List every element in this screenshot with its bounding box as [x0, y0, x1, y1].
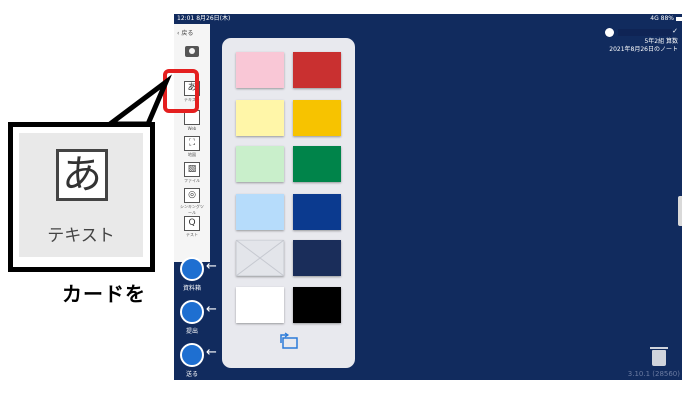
tool-map[interactable]: ⛶ 地図	[180, 136, 204, 158]
color-swatch[interactable]	[293, 100, 341, 136]
arrow-left-icon: ←	[206, 302, 217, 317]
file-icon: ▧	[184, 162, 200, 177]
color-swatch[interactable]	[236, 287, 284, 323]
tool-map-label: 地図	[188, 152, 196, 157]
user-icon[interactable]	[605, 28, 614, 37]
arrow-left-icon: ←	[206, 345, 217, 360]
color-swatch[interactable]	[236, 52, 284, 88]
test-icon: Q	[184, 216, 200, 231]
tool-file[interactable]: ▧ ファイル	[180, 162, 204, 184]
right-drawer-handle[interactable]	[678, 196, 682, 226]
rotate-orientation-icon[interactable]	[278, 332, 300, 350]
user-name-field	[618, 29, 672, 36]
materials-box-button[interactable]	[180, 257, 204, 281]
color-swatch[interactable]	[293, 287, 341, 323]
color-swatch[interactable]	[236, 194, 284, 230]
color-swatch[interactable]	[236, 100, 284, 136]
tool-web[interactable]: Web	[180, 110, 204, 131]
submit-button[interactable]	[180, 300, 204, 324]
note-header: ✓ 5年2組 算数 2021年8月26日のノート	[605, 27, 678, 54]
tool-test[interactable]: Q テスト	[180, 216, 204, 238]
class-name: 5年2組 算数	[644, 38, 678, 45]
map-icon: ⛶	[184, 136, 200, 151]
materials-box-label: 資料箱	[182, 285, 201, 292]
tool-web-label: Web	[187, 126, 197, 131]
transparent-swatch[interactable]	[235, 239, 285, 277]
send-button[interactable]	[180, 343, 204, 367]
color-swatch[interactable]	[293, 146, 341, 182]
color-swatch[interactable]	[293, 194, 341, 230]
tool-test-label: テスト	[186, 232, 198, 237]
arrow-left-icon: ←	[206, 259, 217, 274]
back-label: 戻る	[181, 30, 194, 37]
app-version: 3.10.1 (28560)	[627, 370, 680, 378]
text-tool-highlight	[163, 69, 199, 113]
color-swatch[interactable]	[236, 146, 284, 182]
note-title: 2021年8月26日のノート	[609, 46, 678, 53]
rotate-svg	[280, 332, 298, 349]
tool-sidebar: ‹ 戻る あ テキスト Web ⛶ 地図 ▧ ファイル ◎ シンキングツール Q…	[174, 24, 210, 262]
status-bar: 12:01 8月26日(木) 4G 88%	[174, 14, 682, 24]
zoomed-text-tool: あ テキスト	[19, 133, 143, 257]
instruction-caption: カードを	[62, 282, 146, 306]
tool-thinking[interactable]: ◎ シンキングツール	[180, 188, 204, 216]
status-time: 12:01 8月26日(木)	[177, 15, 231, 22]
zoomed-text-label: テキスト	[47, 226, 115, 246]
submit-label: 提出	[185, 328, 198, 335]
back-button[interactable]: ‹ 戻る	[177, 28, 193, 37]
card-color-palette	[222, 38, 355, 368]
text-icon: あ	[56, 149, 108, 201]
battery-icon	[676, 17, 682, 21]
tool-file-label: ファイル	[184, 178, 200, 183]
color-swatch[interactable]	[293, 240, 341, 276]
status-signal-battery: 4G 88%	[650, 15, 674, 22]
color-swatch[interactable]	[293, 52, 341, 88]
thinking-tool-icon: ◎	[184, 188, 200, 203]
trash-icon[interactable]	[650, 347, 668, 366]
tool-thinking-label: シンキングツール	[180, 204, 204, 215]
send-label: 送る	[185, 371, 198, 378]
transparent-cross-icon	[235, 239, 285, 277]
camera-icon[interactable]	[185, 46, 199, 57]
zoom-callout: あ テキスト	[8, 122, 155, 272]
check-icon: ✓	[672, 27, 678, 35]
